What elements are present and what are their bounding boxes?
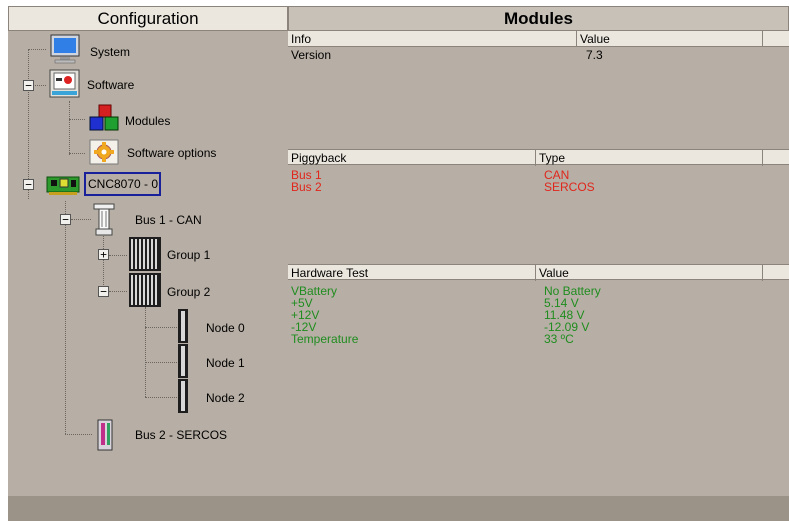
- tree-label-bus1: Bus 1 - CAN: [135, 213, 202, 227]
- row-name: Version: [291, 48, 332, 62]
- sercos-bus-icon: [97, 419, 113, 451]
- hardware-row-name[interactable]: Temperature: [291, 333, 358, 345]
- tree-line: [103, 236, 104, 291]
- column-header-hardware-test[interactable]: Hardware Test: [288, 265, 536, 281]
- collapse-group2-button[interactable]: −: [98, 286, 109, 297]
- circuit-board-icon: [46, 176, 80, 195]
- options-gear-icon: [89, 139, 119, 165]
- piggyback-row-name[interactable]: Bus 2: [291, 181, 322, 193]
- node-module-icon: [178, 344, 188, 378]
- modules-title: Modules: [288, 6, 789, 31]
- hardware-row-value: 33 ºC: [544, 332, 574, 346]
- hardware-test-table: Hardware Test Value VBattery No Battery …: [288, 264, 789, 496]
- column-header-value[interactable]: Value: [536, 265, 763, 281]
- tree-label-system: System: [90, 45, 131, 59]
- piggyback-row-value: SERCOS: [544, 180, 595, 194]
- tree-line: [65, 434, 92, 435]
- column-header-info[interactable]: Info: [288, 31, 577, 47]
- piggyback-table: Piggyback Type Bus 1 CAN Bus 2 SERCOS: [288, 149, 789, 264]
- row-value: 7.3: [586, 48, 603, 62]
- tree-line: [145, 307, 146, 397]
- tree-item-software-options[interactable]: Software options: [88, 137, 248, 169]
- table-row[interactable]: Version: [291, 49, 331, 61]
- tree-label-node0: Node 0: [206, 321, 245, 335]
- collapse-cnc-button[interactable]: −: [23, 179, 34, 190]
- column-header-value[interactable]: Value: [577, 31, 763, 47]
- tree-item-software[interactable]: Software: [48, 67, 168, 101]
- tree-label-software-options: Software options: [127, 146, 217, 160]
- tree-line: [71, 219, 91, 220]
- tree-line: [109, 255, 127, 256]
- status-bar: [8, 496, 789, 521]
- can-bus-connector-icon: [93, 203, 115, 236]
- tree-label-modules: Modules: [125, 114, 171, 128]
- node-module-icon: [178, 379, 188, 413]
- configuration-tree: System − Software Modules Software optio…: [8, 31, 288, 496]
- tree-line: [145, 397, 177, 398]
- tree-label-node2: Node 2: [206, 391, 245, 405]
- tree-item-node1[interactable]: Node 1: [177, 343, 267, 379]
- tree-line: [145, 362, 177, 363]
- monitor-icon: [50, 34, 80, 64]
- info-table: Info Value Version 7.3: [288, 31, 789, 149]
- configuration-title: Configuration: [8, 6, 288, 31]
- tree-item-node2[interactable]: Node 2: [177, 378, 267, 414]
- tree-line: [28, 49, 46, 50]
- tree-line: [145, 327, 177, 328]
- tree-line: [65, 201, 66, 434]
- hardware-table-header: Hardware Test Value: [288, 264, 789, 281]
- column-header-type[interactable]: Type: [536, 150, 763, 166]
- column-header-piggyback[interactable]: Piggyback: [288, 150, 536, 166]
- tree-line: [69, 119, 85, 120]
- tree-label-group2: Group 2: [167, 285, 211, 299]
- rack-group-icon: [129, 273, 161, 307]
- tree-item-bus1-can[interactable]: Bus 1 - CAN: [92, 203, 232, 237]
- tree-label-node1: Node 1: [206, 356, 245, 370]
- tree-item-system[interactable]: System: [48, 33, 168, 67]
- tree-item-group2[interactable]: Group 2: [128, 272, 248, 308]
- expand-group1-button[interactable]: +: [98, 249, 109, 260]
- rack-group-icon: [129, 237, 161, 271]
- collapse-bus1-button[interactable]: −: [60, 214, 71, 225]
- modules-cubes-icon: [89, 104, 119, 131]
- tree-item-modules[interactable]: Modules: [88, 103, 208, 137]
- tree-line: [69, 153, 85, 154]
- tree-item-bus2-sercos[interactable]: Bus 2 - SERCOS: [92, 418, 242, 452]
- node-module-icon: [178, 309, 188, 343]
- tree-label-software: Software: [87, 78, 135, 92]
- tree-line: [33, 85, 46, 86]
- piggyback-table-header: Piggyback Type: [288, 149, 789, 166]
- tree-line: [28, 49, 29, 199]
- tree-item-node0[interactable]: Node 0: [177, 308, 267, 344]
- software-box-icon: [49, 69, 80, 98]
- tree-label-group1: Group 1: [167, 248, 211, 262]
- tree-item-cnc8070[interactable]: CNC8070 - 0: [46, 171, 206, 199]
- tree-line: [109, 291, 127, 292]
- info-table-header: Info Value: [288, 31, 789, 47]
- tree-label-bus2: Bus 2 - SERCOS: [135, 428, 228, 442]
- tree-line: [69, 101, 70, 155]
- collapse-software-button[interactable]: −: [23, 80, 34, 91]
- tree-item-group1[interactable]: Group 1: [128, 236, 248, 272]
- tree-label-cnc8070: CNC8070 - 0: [88, 177, 159, 191]
